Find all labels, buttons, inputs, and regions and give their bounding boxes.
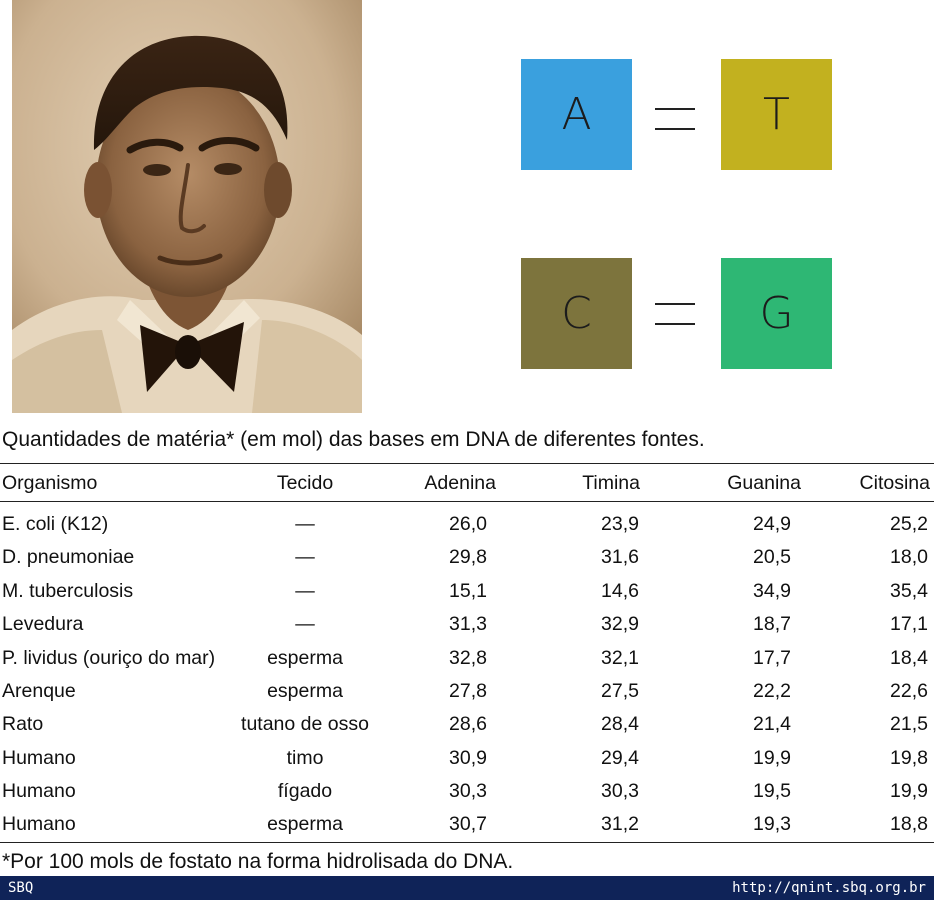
table-row: Rato tutano de osso 28,6 28,4 21,4 21,5 <box>0 708 934 741</box>
header-timina: Timina <box>582 472 640 494</box>
cell-guanina: 19,5 <box>753 780 791 802</box>
cell-citosina: 19,8 <box>890 747 928 769</box>
cell-adenina: 32,8 <box>449 647 487 669</box>
cell-organismo: Humano <box>2 780 76 802</box>
cell-adenina: 27,8 <box>449 680 487 702</box>
thymine-letter: T <box>763 89 790 140</box>
cell-timina: 32,1 <box>601 647 639 669</box>
cell-citosina: 21,5 <box>890 713 928 735</box>
cytosine-box: C <box>521 258 632 369</box>
table-row: Humano esperma 30,7 31,2 19,3 18,8 <box>0 808 934 841</box>
cell-timina: 23,9 <box>601 513 639 535</box>
cell-adenina: 31,3 <box>449 613 487 635</box>
cell-timina: 27,5 <box>601 680 639 702</box>
footer-url[interactable]: http://qnint.sbq.org.br <box>732 876 926 900</box>
cell-guanina: 19,9 <box>753 747 791 769</box>
cell-citosina: 18,4 <box>890 647 928 669</box>
table-row: P. lividus (ouriço do mar) esperma 32,8 … <box>0 642 934 675</box>
header-organismo: Organismo <box>2 472 98 494</box>
table-row: Humano fígado 30,3 30,3 19,5 19,9 <box>0 775 934 808</box>
cell-organismo: Humano <box>2 747 76 769</box>
table-header-row: Organismo Tecido Adenina Timina Guanina … <box>0 467 934 500</box>
cell-organismo: Rato <box>2 713 44 735</box>
portrait-photo <box>12 0 362 413</box>
table-row: Arenque esperma 27,8 27,5 22,2 22,6 <box>0 675 934 708</box>
header-guanina: Guanina <box>727 472 801 494</box>
cell-timina: 31,2 <box>601 813 639 835</box>
cell-timina: 31,6 <box>601 546 639 568</box>
cell-tecido: — <box>295 513 315 535</box>
cell-guanina: 24,9 <box>753 513 791 535</box>
cell-adenina: 15,1 <box>449 580 487 602</box>
table-row: D. pneumoniae — 29,8 31,6 20,5 18,0 <box>0 541 934 574</box>
cell-citosina: 35,4 <box>890 580 928 602</box>
cell-organismo: Levedura <box>2 613 84 635</box>
table-footnote: *Por 100 mols de fostato na forma hidrol… <box>2 850 514 873</box>
footer-bar: SBQ http://qnint.sbq.org.br <box>0 876 934 900</box>
cell-tecido: — <box>295 613 315 635</box>
adenine-box: A <box>521 59 632 170</box>
cell-citosina: 17,1 <box>890 613 928 635</box>
table-row: Levedura — 31,3 32,9 18,7 17,1 <box>0 608 934 641</box>
cell-adenina: 26,0 <box>449 513 487 535</box>
cell-organismo: M. tuberculosis <box>2 580 134 602</box>
cell-adenina: 30,7 <box>449 813 487 835</box>
cell-guanina: 18,7 <box>753 613 791 635</box>
cell-citosina: 25,2 <box>890 513 928 535</box>
cell-citosina: 22,6 <box>890 680 928 702</box>
cell-tecido: — <box>295 580 315 602</box>
cell-tecido: fígado <box>277 780 333 802</box>
cell-organismo: Arenque <box>2 680 76 702</box>
cell-tecido: esperma <box>267 680 343 702</box>
cell-tecido: tutano de osso <box>241 713 369 735</box>
header-tecido: Tecido <box>276 472 334 494</box>
equals-sign-cg <box>655 303 695 325</box>
cell-adenina: 30,3 <box>449 780 487 802</box>
cell-timina: 14,6 <box>601 580 639 602</box>
cell-organismo: E. coli (K12) <box>2 513 109 535</box>
equals-sign-at <box>655 108 695 130</box>
cell-adenina: 29,8 <box>449 546 487 568</box>
header-adenina: Adenina <box>424 472 496 494</box>
cytosine-letter: C <box>561 288 592 339</box>
table-header-rule <box>0 501 934 502</box>
cell-guanina: 34,9 <box>753 580 791 602</box>
cell-guanina: 19,3 <box>753 813 791 835</box>
cell-timina: 32,9 <box>601 613 639 635</box>
cell-citosina: 18,0 <box>890 546 928 568</box>
guanine-letter: G <box>759 288 794 339</box>
cell-guanina: 20,5 <box>753 546 791 568</box>
cell-organismo: Humano <box>2 813 76 835</box>
table-row: E. coli (K12) — 26,0 23,9 24,9 25,2 <box>0 508 934 541</box>
cell-timina: 30,3 <box>601 780 639 802</box>
cell-adenina: 28,6 <box>449 713 487 735</box>
cell-guanina: 21,4 <box>753 713 791 735</box>
cell-adenina: 30,9 <box>449 747 487 769</box>
cell-citosina: 19,9 <box>890 780 928 802</box>
cell-tecido: — <box>295 546 315 568</box>
cell-citosina: 18,8 <box>890 813 928 835</box>
guanine-box: G <box>721 258 832 369</box>
cell-tecido: timo <box>286 747 324 769</box>
cell-tecido: esperma <box>267 647 343 669</box>
cell-organismo: D. pneumoniae <box>2 546 135 568</box>
cell-tecido: esperma <box>267 813 343 835</box>
table-top-rule <box>0 463 934 464</box>
table-row: M. tuberculosis — 15,1 14,6 34,9 35,4 <box>0 575 934 608</box>
thymine-box: T <box>721 59 832 170</box>
adenine-letter: A <box>561 89 592 140</box>
cell-timina: 28,4 <box>601 713 639 735</box>
footer-source: SBQ <box>8 880 34 896</box>
table-caption: Quantidades de matéria* (em mol) das bas… <box>2 428 705 451</box>
table-bottom-rule <box>0 842 934 843</box>
cell-timina: 29,4 <box>601 747 639 769</box>
cell-organismo: P. lividus (ouriço do mar) <box>2 647 216 669</box>
cell-guanina: 17,7 <box>753 647 791 669</box>
table-row: Humano timo 30,9 29,4 19,9 19,8 <box>0 742 934 775</box>
header-citosina: Citosina <box>859 472 930 494</box>
cell-guanina: 22,2 <box>753 680 791 702</box>
